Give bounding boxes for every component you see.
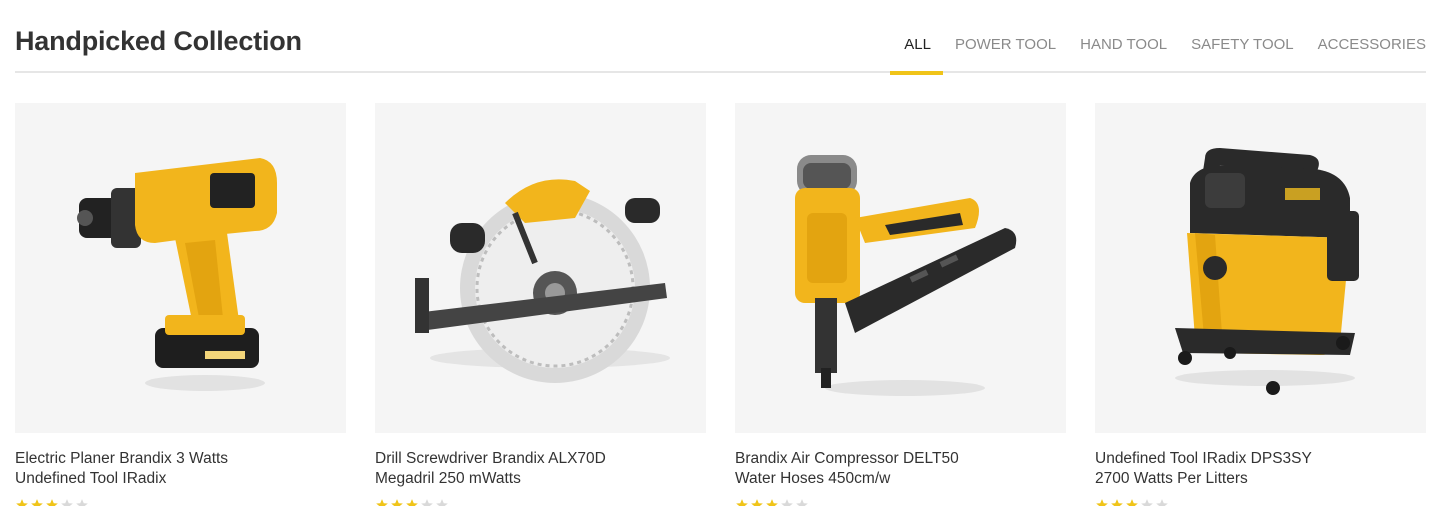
- tab-hand-tool[interactable]: Hand Tool: [1080, 36, 1167, 73]
- product-name-line2: Water Hoses 450cm/w: [735, 470, 891, 487]
- product-image[interactable]: [1095, 103, 1426, 433]
- product-card: Undefined Tool IRadix DPS3SY 2700 Watts …: [1095, 103, 1426, 506]
- product-name-line2: Megadril 250 mWatts: [375, 470, 521, 487]
- star-filled-icon: [1126, 499, 1138, 506]
- star-filled-icon: [406, 499, 418, 506]
- product-name-line2: Undefined Tool IRadix: [15, 470, 167, 487]
- star-filled-icon: [391, 499, 403, 506]
- product-name-line1: Undefined Tool IRadix DPS3SY: [1095, 450, 1312, 467]
- product-rating: [1095, 498, 1169, 506]
- circular-saw-icon: [415, 179, 670, 383]
- product-name-line1: Drill Screwdriver Brandix ALX70D: [375, 450, 606, 467]
- section-header: Handpicked Collection All Power Tool Han…: [15, 0, 1426, 75]
- star-filled-icon: [751, 499, 763, 506]
- product-card: Brandix Air Compressor DELT50 Water Hose…: [735, 103, 1066, 506]
- category-tabs: All Power Tool Hand Tool Safety Tool Acc…: [890, 36, 1426, 75]
- product-name[interactable]: Electric Planer Brandix 3 Watts Undefine…: [15, 449, 315, 489]
- nail-gun-icon: [795, 155, 1017, 396]
- star-filled-icon: [16, 499, 28, 506]
- product-name[interactable]: Brandix Air Compressor DELT50 Water Hose…: [735, 449, 1035, 489]
- star-filled-icon: [1096, 499, 1108, 506]
- star-empty-icon: [1141, 499, 1153, 506]
- product-name-line2: 2700 Watts Per Litters: [1095, 470, 1248, 487]
- product-image[interactable]: [15, 103, 346, 433]
- star-empty-icon: [1156, 499, 1168, 506]
- product-card: Drill Screwdriver Brandix ALX70D Megadri…: [375, 103, 706, 506]
- tab-all[interactable]: All: [890, 36, 943, 75]
- product-name-line1: Brandix Air Compressor DELT50: [735, 450, 959, 467]
- tab-accessories[interactable]: Accessories: [1318, 36, 1426, 73]
- wet-dry-vacuum-icon: [1175, 148, 1359, 395]
- product-name[interactable]: Undefined Tool IRadix DPS3SY 2700 Watts …: [1095, 449, 1395, 489]
- star-empty-icon: [781, 499, 793, 506]
- star-filled-icon: [376, 499, 388, 506]
- product-name[interactable]: Drill Screwdriver Brandix ALX70D Megadri…: [375, 449, 675, 489]
- tab-power-tool[interactable]: Power Tool: [955, 36, 1056, 73]
- star-empty-icon: [436, 499, 448, 506]
- product-image[interactable]: [735, 103, 1066, 433]
- star-empty-icon: [76, 499, 88, 506]
- star-filled-icon: [736, 499, 748, 506]
- cordless-drill-icon: [77, 158, 277, 391]
- star-filled-icon: [31, 499, 43, 506]
- star-empty-icon: [421, 499, 433, 506]
- star-filled-icon: [766, 499, 778, 506]
- product-card: Electric Planer Brandix 3 Watts Undefine…: [15, 103, 346, 506]
- star-filled-icon: [46, 499, 58, 506]
- star-filled-icon: [1111, 499, 1123, 506]
- product-grid: Electric Planer Brandix 3 Watts Undefine…: [15, 103, 1426, 506]
- product-name-line1: Electric Planer Brandix 3 Watts: [15, 450, 229, 467]
- product-rating: [735, 498, 809, 506]
- product-rating: [375, 498, 449, 506]
- product-image[interactable]: [375, 103, 706, 433]
- star-empty-icon: [796, 499, 808, 506]
- tab-safety-tool[interactable]: Safety Tool: [1191, 36, 1294, 73]
- section-title: Handpicked Collection: [15, 26, 302, 56]
- star-empty-icon: [61, 499, 73, 506]
- product-rating: [15, 498, 89, 506]
